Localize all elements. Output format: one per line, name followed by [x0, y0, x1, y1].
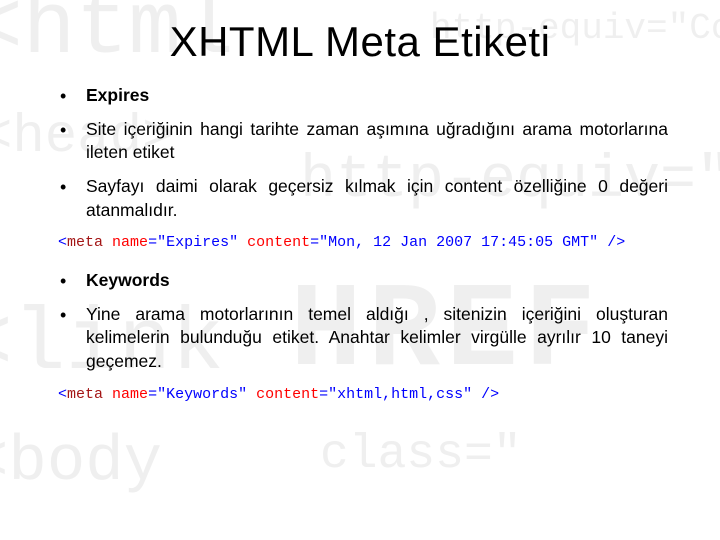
code-token: name — [112, 386, 148, 403]
code-token: "xhtml,html,css" — [328, 386, 472, 403]
bullet-keywords-heading: • Keywords — [52, 269, 668, 293]
code-token: "Mon, 12 Jan 2007 17:45:05 GMT" — [319, 234, 598, 251]
code-token: < — [58, 386, 67, 403]
bullet-expires-heading: • Expires — [52, 84, 668, 108]
code-snippet-expires: <meta name="Expires" content="Mon, 12 Ja… — [58, 232, 668, 253]
slide-title: XHTML Meta Etiketi — [52, 18, 668, 66]
code-token: = — [148, 234, 157, 251]
code-token — [238, 234, 247, 251]
code-token — [103, 234, 112, 251]
code-token: content — [247, 234, 310, 251]
code-token: /> — [598, 234, 625, 251]
code-token: name — [112, 234, 148, 251]
bullet-dot-icon: • — [60, 118, 66, 142]
bullet-keywords-desc: • Yine arama motorlarının temel aldığı ,… — [52, 303, 668, 374]
code-token: meta — [67, 386, 103, 403]
code-token: "Expires" — [157, 234, 238, 251]
bullet-expires-desc: • Site içeriğinin hangi tarihte zaman aş… — [52, 118, 668, 165]
bullet-text: Yine arama motorlarının temel aldığı , s… — [86, 304, 668, 371]
code-token: < — [58, 234, 67, 251]
code-token: "Keywords" — [157, 386, 247, 403]
bullet-text: Keywords — [86, 270, 170, 290]
code-token — [247, 386, 256, 403]
code-token: = — [148, 386, 157, 403]
code-token: meta — [67, 234, 103, 251]
bullet-text: Expires — [86, 85, 149, 105]
bullet-dot-icon: • — [60, 175, 66, 199]
code-token — [103, 386, 112, 403]
code-token: = — [319, 386, 328, 403]
code-token: = — [310, 234, 319, 251]
code-token: content — [256, 386, 319, 403]
bullet-expires-note: • Sayfayı daimi olarak geçersiz kılmak i… — [52, 175, 668, 222]
bullet-dot-icon: • — [60, 84, 66, 108]
bullet-dot-icon: • — [60, 269, 66, 293]
code-snippet-keywords: <meta name="Keywords" content="xhtml,htm… — [58, 384, 668, 405]
code-token: /> — [472, 386, 499, 403]
bullet-dot-icon: • — [60, 303, 66, 327]
bullet-text: Sayfayı daimi olarak geçersiz kılmak içi… — [86, 176, 668, 220]
bullet-text: Site içeriğinin hangi tarihte zaman aşım… — [86, 119, 668, 163]
slide-content: XHTML Meta Etiketi • Expires • Site içer… — [0, 0, 720, 441]
